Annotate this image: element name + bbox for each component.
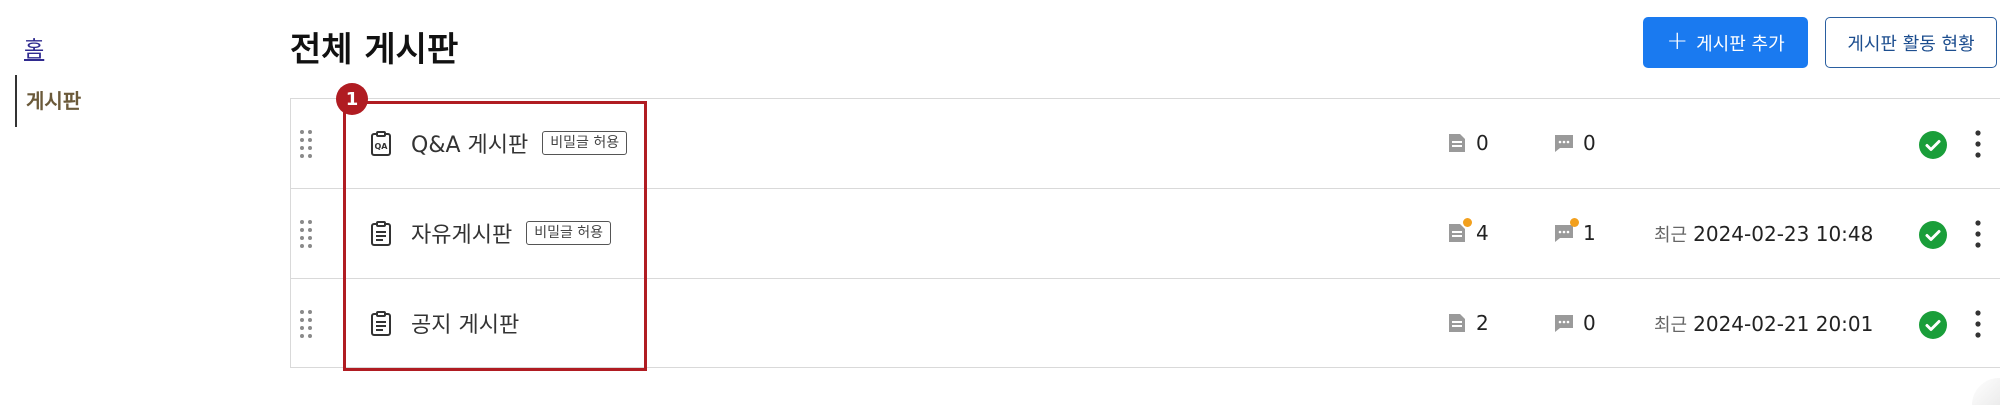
sidebar-item-board[interactable]: 게시판 bbox=[15, 75, 81, 127]
plus-icon: + bbox=[1666, 26, 1689, 56]
post-count-value: 4 bbox=[1476, 221, 1489, 245]
new-indicator-dot bbox=[1463, 218, 1472, 227]
comment-count: 0 bbox=[1553, 131, 1596, 155]
recent-label: 최근 bbox=[1654, 225, 1688, 246]
recent-activity: 최근 2024-02-23 10:48 bbox=[1654, 221, 1873, 247]
add-board-button[interactable]: + 게시판 추가 bbox=[1643, 17, 1808, 68]
board-list: QA Q&A 게시판 비밀글 허용 0 0 자유게시판 비밀글 허용 4 1 최… bbox=[290, 98, 2000, 368]
board-name-label: 자유게시판 bbox=[411, 223, 513, 248]
more-options-icon[interactable] bbox=[1971, 129, 1985, 159]
board-name[interactable]: 자유게시판 비밀글 허용 bbox=[411, 217, 612, 249]
recent-activity: 최근 2024-02-21 20:01 bbox=[1654, 311, 1873, 337]
more-options-icon[interactable] bbox=[1971, 309, 1985, 339]
drag-handle-icon[interactable] bbox=[299, 219, 313, 249]
clipboard-icon bbox=[371, 221, 391, 246]
recent-timestamp: 2024-02-21 20:01 bbox=[1693, 312, 1874, 336]
comment-icon-wrap bbox=[1553, 218, 1579, 244]
active-check-icon bbox=[1919, 311, 1947, 339]
post-count-value: 2 bbox=[1476, 311, 1489, 335]
post-count: 2 bbox=[1446, 311, 1489, 335]
sidebar-item-home[interactable]: 홈 bbox=[24, 32, 44, 64]
drag-handle-icon[interactable] bbox=[299, 309, 313, 339]
recent-label: 최근 bbox=[1654, 315, 1688, 336]
post-count: 0 bbox=[1446, 131, 1489, 155]
board-name-label: Q&A 게시판 bbox=[411, 133, 529, 158]
page-title: 전체 게시판 bbox=[290, 30, 459, 70]
post-count-value: 0 bbox=[1476, 131, 1489, 155]
recent-timestamp: 2024-02-23 10:48 bbox=[1693, 222, 1874, 246]
board-name[interactable]: Q&A 게시판 비밀글 허용 bbox=[411, 127, 628, 159]
add-board-button-label: 게시판 추가 bbox=[1696, 33, 1785, 55]
board-row-notice[interactable]: 공지 게시판 2 0 최근 2024-02-21 20:01 bbox=[291, 279, 2000, 369]
board-row-free[interactable]: 자유게시판 비밀글 허용 4 1 최근 2024-02-23 10:48 bbox=[291, 189, 2000, 279]
board-row-qa[interactable]: QA Q&A 게시판 비밀글 허용 0 0 bbox=[291, 99, 2000, 189]
corner-shadow bbox=[1972, 378, 2000, 405]
post-count: 4 bbox=[1446, 218, 1489, 245]
comment-count-value: 0 bbox=[1583, 131, 1596, 155]
comment-icon bbox=[1555, 135, 1573, 152]
document-icon bbox=[1449, 134, 1465, 152]
board-activity-button[interactable]: 게시판 활동 현황 bbox=[1825, 17, 1997, 68]
annotation-step-badge: 1 bbox=[336, 83, 368, 115]
comment-count: 1 bbox=[1553, 218, 1596, 245]
secret-allowed-badge: 비밀글 허용 bbox=[542, 131, 628, 155]
comment-icon bbox=[1555, 315, 1573, 332]
board-name[interactable]: 공지 게시판 bbox=[411, 307, 519, 339]
secret-allowed-badge: 비밀글 허용 bbox=[526, 221, 612, 245]
new-indicator-dot bbox=[1570, 218, 1579, 227]
qa-board-icon: QA bbox=[371, 131, 391, 156]
drag-handle-icon[interactable] bbox=[299, 129, 313, 159]
active-check-icon bbox=[1919, 221, 1947, 249]
svg-text:QA: QA bbox=[375, 142, 389, 151]
comment-count-value: 1 bbox=[1583, 221, 1596, 245]
more-options-icon[interactable] bbox=[1971, 219, 1985, 249]
document-icon bbox=[1449, 314, 1465, 332]
sidebar: 홈 게시판 bbox=[0, 0, 200, 405]
comment-count: 0 bbox=[1553, 311, 1596, 335]
active-check-icon bbox=[1919, 131, 1947, 159]
clipboard-icon bbox=[371, 311, 391, 336]
document-icon-wrap bbox=[1446, 218, 1472, 244]
board-name-label: 공지 게시판 bbox=[411, 313, 520, 338]
comment-count-value: 0 bbox=[1583, 311, 1596, 335]
